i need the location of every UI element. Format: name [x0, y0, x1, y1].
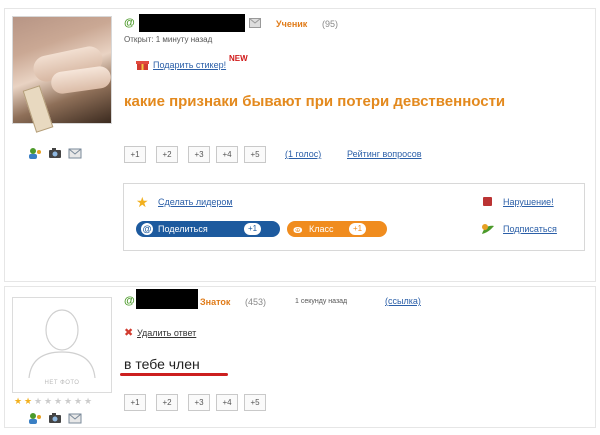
rating-star-icon: ★	[14, 396, 23, 406]
delete-answer-link[interactable]: Удалить ответ	[137, 328, 196, 338]
subscribe-link[interactable]: Подписаться	[503, 224, 557, 234]
answer-vote-plus3-button[interactable]: +3	[188, 394, 210, 411]
class-count: +1	[349, 223, 367, 235]
photo-camera-icon[interactable]	[48, 412, 62, 424]
rating-star-icon: ★	[24, 396, 33, 406]
answer-text: в тебе член	[124, 356, 200, 372]
share-button[interactable]: @ Поделиться +1	[136, 221, 280, 237]
violation-icon	[483, 197, 492, 206]
rating-star-icon: ★	[84, 396, 93, 406]
gift-icon	[136, 58, 149, 73]
silhouette-icon	[28, 309, 96, 379]
message-icon[interactable]	[68, 412, 82, 424]
answer-vote-plus5-button[interactable]: +5	[244, 394, 266, 411]
envelope-icon[interactable]	[249, 18, 261, 31]
vote-plus4-button[interactable]: +4	[216, 146, 238, 163]
answer-permalink[interactable]: (ссылка)	[385, 296, 421, 306]
friend-icon[interactable]	[28, 147, 42, 159]
class-button[interactable]: ꙫ Класс +1	[287, 221, 387, 237]
violation-link[interactable]: Нарушение!	[503, 197, 554, 207]
share-label: Поделиться	[158, 224, 208, 234]
rating-star-icon: ★	[44, 396, 53, 406]
share-icon: @	[141, 223, 153, 235]
rating-star-icon: ★	[34, 396, 43, 406]
delete-icon: ✖	[124, 327, 134, 339]
message-icon[interactable]	[68, 147, 82, 159]
rating-star-icon: ★	[54, 396, 63, 406]
vote-plus2-button[interactable]: +2	[156, 146, 178, 163]
answerer-rank-points: (453)	[245, 297, 267, 307]
share-count: +1	[244, 223, 262, 235]
redacted-username	[136, 289, 198, 309]
answer-vote-plus4-button[interactable]: +4	[216, 394, 238, 411]
votes-count-link[interactable]: (1 голос)	[285, 149, 321, 159]
new-badge: NEW	[229, 54, 248, 63]
answer-vote-plus1-button[interactable]: +1	[124, 394, 146, 411]
rating-star-icon: ★	[74, 396, 83, 406]
asker-rank: Ученик	[276, 19, 308, 29]
vote-plus3-button[interactable]: +3	[188, 146, 210, 163]
photo-camera-icon[interactable]	[48, 147, 62, 159]
subscribe-icon	[481, 223, 495, 238]
question-text: какие признаки бывают при потери девстве…	[124, 93, 506, 110]
answerer-rank: Знаток	[200, 297, 231, 307]
redacted-username	[139, 14, 245, 32]
friend-icon[interactable]	[28, 412, 42, 424]
asker-avatar[interactable]	[12, 16, 113, 133]
gift-sticker-link[interactable]: Подарить стикер!	[153, 60, 226, 70]
at-icon: @	[124, 17, 135, 29]
star-icon: ★	[136, 194, 149, 210]
answer-underline	[120, 373, 228, 376]
no-photo-caption: НЕТ ФОТО	[44, 380, 80, 386]
rating-star-icon: ★	[64, 396, 73, 406]
asker-rank-points: (95)	[322, 19, 339, 29]
make-leader-link[interactable]: Сделать лидером	[158, 197, 233, 207]
actions-box	[123, 183, 585, 251]
no-photo-avatar[interactable]: НЕТ ФОТО	[12, 297, 112, 393]
at-icon: @	[124, 295, 135, 307]
rating-link[interactable]: Рейтинг вопросов	[347, 149, 422, 159]
vote-plus1-button[interactable]: +1	[124, 146, 146, 163]
answer-time: 1 секунду назад	[295, 298, 348, 305]
vote-plus5-button[interactable]: +5	[244, 146, 266, 163]
opened-time: Открыт: 1 минуту назад	[124, 35, 213, 44]
answer-vote-plus2-button[interactable]: +2	[156, 394, 178, 411]
ok-icon: ꙫ	[293, 224, 303, 236]
class-label: Класс	[309, 224, 334, 234]
